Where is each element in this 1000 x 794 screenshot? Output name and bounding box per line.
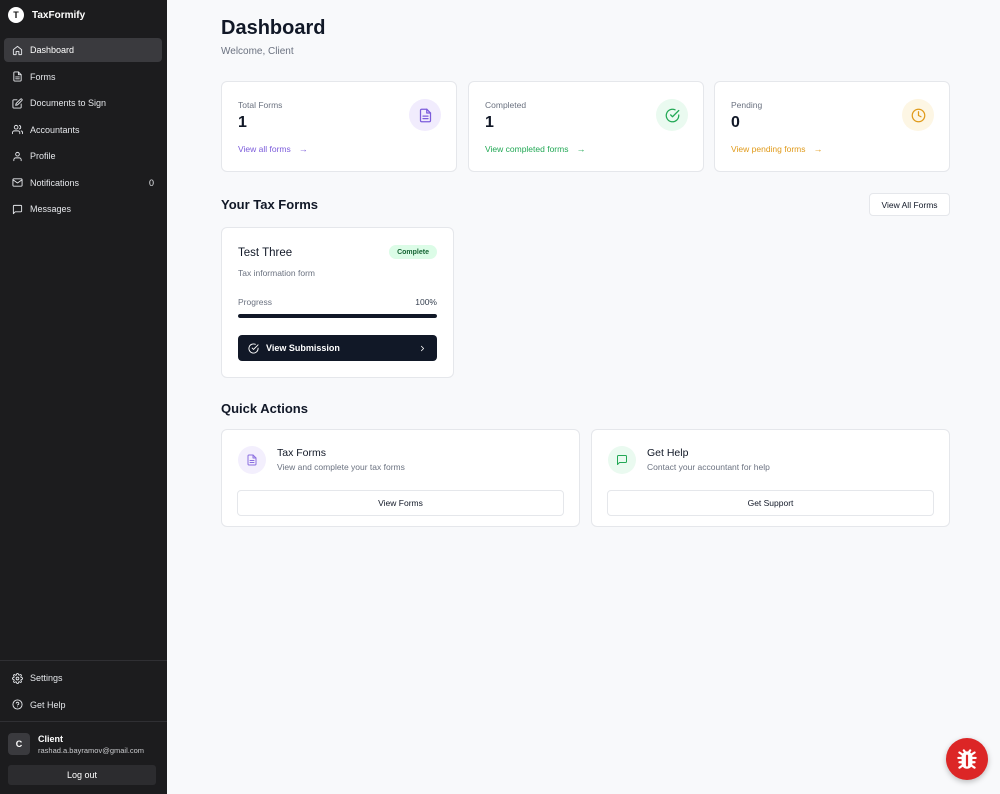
stat-value: 0 [731, 114, 740, 131]
arrow-right-icon: → [576, 144, 586, 154]
brand-name: TaxFormify [32, 9, 86, 21]
sidebar-item-label: Profile [30, 151, 56, 161]
quick-action-title: Get Help [647, 447, 689, 459]
sidebar-item-label: Documents to Sign [30, 98, 107, 108]
file-icon [11, 71, 23, 83]
tax-form-card[interactable]: Test Three Complete Tax information form… [221, 227, 454, 378]
bug-report-button[interactable] [946, 738, 988, 780]
message-icon [608, 446, 636, 474]
clock-icon [902, 99, 934, 131]
mail-icon [11, 177, 23, 189]
sidebar-divider [0, 660, 167, 661]
sidebar-item-dashboard[interactable]: Dashboard [4, 38, 162, 62]
progress-value: 100% [415, 297, 437, 307]
view-completed-forms-link[interactable]: View completed forms → [485, 144, 585, 154]
form-description: Tax information form [238, 268, 315, 278]
help-circle-icon [11, 699, 23, 711]
stat-label: Total Forms [238, 100, 283, 110]
quick-action-get-help: Get Help Contact your accountant for hel… [591, 429, 950, 527]
check-circle-icon [248, 342, 259, 354]
user-name: Client [38, 733, 64, 744]
button-label: View Submission [266, 343, 340, 353]
sidebar-item-accountants[interactable]: Accountants [4, 118, 162, 142]
stat-value: 1 [485, 114, 494, 131]
get-support-button[interactable]: Get Support [607, 490, 934, 516]
quick-action-title: Tax Forms [277, 447, 327, 459]
page-title: Dashboard [221, 17, 326, 39]
sidebar-item-notifications[interactable]: Notifications 0 [4, 171, 162, 195]
stat-value: 1 [238, 114, 247, 131]
stat-card-completed: Completed 1 View completed forms → [468, 81, 704, 172]
quick-action-description: View and complete your tax forms [277, 462, 405, 472]
stat-card-total-forms: Total Forms 1 View all forms → [221, 81, 457, 172]
quick-action-tax-forms: Tax Forms View and complete your tax for… [221, 429, 580, 527]
logout-button[interactable]: Log out [8, 765, 156, 785]
sidebar-item-label: Accountants [30, 124, 80, 135]
main-content: Dashboard Welcome, Client Total Forms 1 … [167, 0, 1000, 794]
sidebar-divider [0, 721, 167, 722]
sidebar-item-label: Settings [30, 673, 63, 683]
file-icon [238, 446, 266, 474]
check-circle-icon [656, 99, 688, 131]
page-subtitle: Welcome, Client [221, 46, 294, 57]
arrow-right-icon: → [298, 144, 308, 154]
view-submission-button[interactable]: View Submission [238, 335, 437, 361]
progress-bar [238, 314, 437, 318]
progress-fill [238, 314, 437, 318]
progress-label: Progress [238, 297, 273, 307]
notification-count: 0 [148, 177, 154, 188]
bug-icon [957, 749, 977, 769]
sidebar-item-label: Get Help [30, 699, 66, 710]
stat-link-label: View all forms [238, 144, 291, 154]
stat-link-label: View completed forms [485, 144, 569, 154]
stat-card-pending: Pending 0 View pending forms → [714, 81, 950, 172]
sidebar-item-get-help[interactable]: Get Help [4, 693, 162, 717]
view-all-forms-button[interactable]: View All Forms [869, 193, 950, 216]
section-title-tax-forms: Your Tax Forms [221, 197, 319, 212]
sidebar: T TaxFormify Dashboard Forms Documents t… [0, 0, 167, 794]
view-forms-button[interactable]: View Forms [237, 490, 564, 516]
pen-square-icon [11, 97, 23, 109]
arrow-right-icon: → [813, 144, 823, 154]
stat-label: Pending [731, 100, 763, 110]
users-icon [11, 124, 23, 136]
user-icon [11, 150, 23, 162]
home-icon [11, 44, 23, 56]
chevron-right-icon [418, 344, 427, 353]
view-all-forms-link[interactable]: View all forms → [238, 144, 308, 154]
file-icon [409, 99, 441, 131]
sidebar-item-forms[interactable]: Forms [4, 65, 162, 89]
gear-icon [11, 672, 23, 684]
sidebar-item-messages[interactable]: Messages [4, 197, 162, 221]
user-email: rashad.a.bayramov@gmail.com [38, 745, 144, 755]
stat-link-label: View pending forms [731, 144, 806, 154]
user-profile[interactable]: C Client rashad.a.bayramov@gmail.com [8, 733, 157, 755]
sidebar-item-label: Forms [30, 71, 56, 82]
stat-label: Completed [485, 100, 527, 110]
form-title: Test Three [238, 247, 293, 259]
status-badge: Complete [389, 245, 437, 259]
message-icon [11, 203, 23, 215]
view-pending-forms-link[interactable]: View pending forms → [731, 144, 823, 154]
sidebar-item-documents-to-sign[interactable]: Documents to Sign [4, 91, 162, 115]
brand-logo: T [8, 7, 24, 23]
sidebar-nav: Dashboard Forms Documents to Sign Accoun… [4, 38, 162, 224]
sidebar-item-label: Dashboard [30, 45, 75, 55]
quick-action-description: Contact your accountant for help [647, 462, 770, 472]
sidebar-item-settings[interactable]: Settings [4, 666, 162, 690]
brand[interactable]: T TaxFormify [0, 0, 167, 30]
sidebar-bottom-nav: Settings Get Help [4, 666, 162, 719]
user-info: Client rashad.a.bayramov@gmail.com [38, 734, 144, 755]
sidebar-item-label: Messages [30, 204, 72, 214]
sidebar-item-label: Notifications [30, 177, 80, 188]
section-title-quick-actions: Quick Actions [221, 401, 308, 416]
avatar: C [8, 733, 30, 755]
sidebar-item-profile[interactable]: Profile [4, 144, 162, 168]
